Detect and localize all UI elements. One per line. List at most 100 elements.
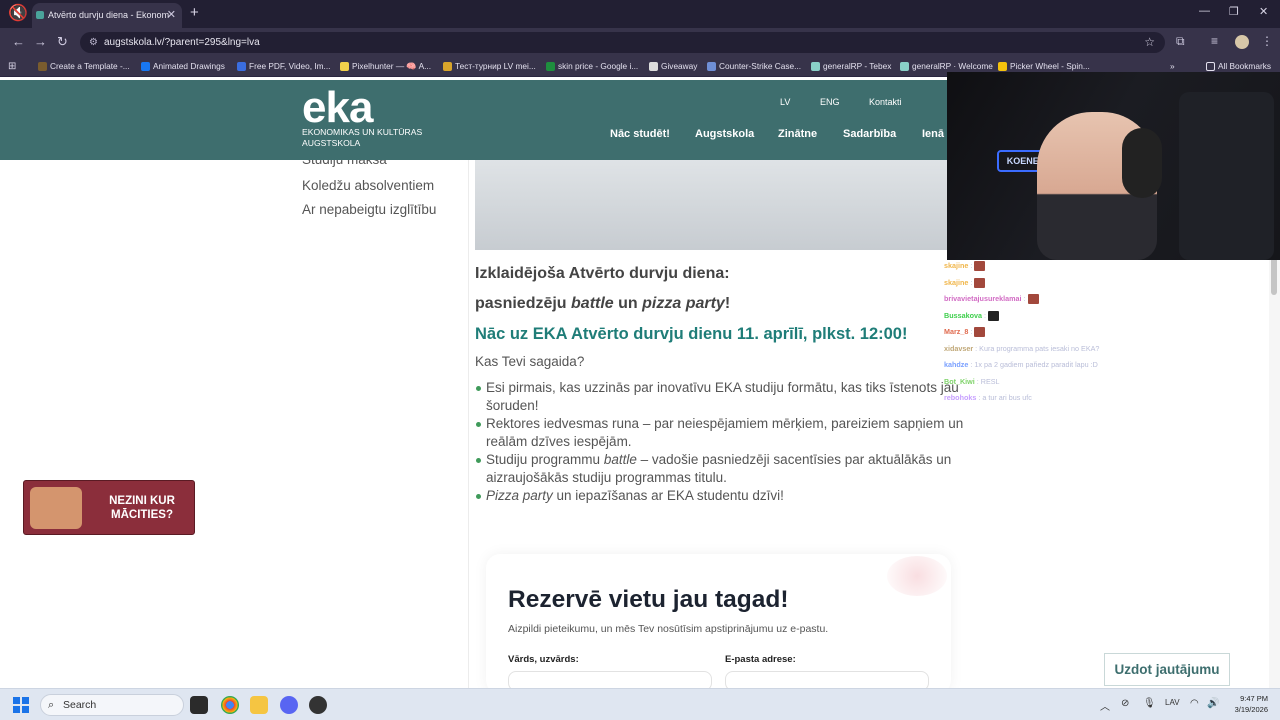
intro-text: un <box>613 295 643 312</box>
bookmark-icon <box>237 62 246 71</box>
back-icon[interactable]: ← <box>12 34 25 49</box>
clock-date: 3/19/2026 <box>1234 705 1268 714</box>
name-field[interactable] <box>508 671 712 688</box>
sidebar-item-ar-nepabeigtu[interactable]: Ar nepabeigtu izglītību <box>302 202 436 217</box>
bookmark-icon <box>443 62 452 71</box>
event-program-list: Esi pirmais, kas uzzinās par inovatīvu E… <box>475 379 965 505</box>
keyboard-language[interactable]: LAV <box>1165 698 1180 707</box>
stream-chat-overlay: skajine : skajine : brivavietajusureklam… <box>942 258 1272 407</box>
apps-grid-icon[interactable]: ⊞ <box>8 61 16 72</box>
form-subtitle: Aizpildi pieteikumu, un mēs Tev nosūtīsi… <box>508 623 829 635</box>
maximize-button[interactable]: ❐ <box>1229 5 1239 18</box>
bookmark-icon <box>811 62 820 71</box>
sidebar-item-koledzu-absolventiem[interactable]: Koledžu absolventiem <box>302 178 434 193</box>
nav-zinatne[interactable]: Zinātne <box>778 128 817 140</box>
close-window-button[interactable]: ✕ <box>1259 5 1268 18</box>
site-info-icon[interactable]: ⚙ <box>89 32 98 53</box>
nav-sadarbiba[interactable]: Sadarbība <box>843 128 896 140</box>
list-em: battle <box>603 452 637 467</box>
microphone-icon[interactable]: 🎙 <box>1143 698 1156 709</box>
tray-overflow-icon[interactable]: ︿ <box>1100 698 1110 713</box>
bookmark-item[interactable]: skin price - Google i... <box>545 56 638 77</box>
forward-icon[interactable]: → <box>34 34 47 49</box>
all-bookmarks-label: All Bookmarks <box>1218 61 1272 71</box>
task-view-icon[interactable] <box>190 696 208 714</box>
network-icon[interactable]: ⊘ <box>1121 698 1129 709</box>
taskbar-clock[interactable]: 9:47 PM 3/19/2026 <box>1222 693 1268 715</box>
chat-message: skajine : <box>942 275 1272 292</box>
nav-augstskola[interactable]: Augstskola <box>695 128 754 140</box>
bookmark-label: Тест-турнир LV mei... <box>455 61 536 71</box>
gaming-chair <box>1179 92 1274 260</box>
lang-lv-link[interactable]: LV <box>780 97 790 107</box>
intro-em-battle: battle <box>571 295 614 312</box>
chat-message: rebohoks : a tur ari bus ufc <box>944 393 1032 402</box>
emote-icon <box>987 310 999 321</box>
list-em: Pizza party <box>486 488 553 503</box>
new-tab-button[interactable]: + <box>190 4 199 21</box>
taskbar-search[interactable]: ⌕ Search <box>40 694 184 716</box>
file-explorer-icon[interactable] <box>250 696 268 714</box>
intro-heading-line1: Izklaidējoša Atvērto durvju diena: <box>475 265 730 282</box>
list-item: Esi pirmais, kas uzzinās par inovatīvu E… <box>475 379 965 415</box>
bookmark-item[interactable]: Pixelhunter — 🧠 A... <box>339 56 431 77</box>
wifi-icon[interactable]: ◠ <box>1190 698 1199 709</box>
browser-tab-active[interactable]: Atvērto durvju diena - Ekonom ✕ <box>32 3 182 28</box>
bookmark-item[interactable]: Create a Template -... <box>37 56 130 77</box>
what-awaits-label: Kas Tevi sagaida? <box>475 354 585 369</box>
search-label: Search <box>63 699 97 711</box>
bookmark-icon <box>707 62 716 71</box>
eka-logo[interactable]: eka <box>302 86 373 130</box>
bookmark-star-icon[interactable]: ☆ <box>1144 32 1155 53</box>
bookmark-item[interactable]: Free PDF, Video, Im... <box>236 56 330 77</box>
bookmark-item[interactable]: Giveaway <box>648 56 697 77</box>
bookmark-item[interactable]: generalRP - Tebex <box>810 56 891 77</box>
bookmark-item[interactable]: Тест-турнир LV mei... <box>442 56 536 77</box>
menu-icon[interactable]: ⋮ <box>1261 34 1273 48</box>
chrome-icon[interactable] <box>221 696 239 714</box>
windows-start-icon[interactable] <box>13 697 29 713</box>
intro-heading-line2: pasniedzēju battle un pizza party! <box>475 295 965 313</box>
event-hero-image <box>475 160 955 250</box>
nav-nac-studet[interactable]: Nāc studēt! <box>610 128 670 140</box>
chat-message: skajine : <box>942 258 1272 275</box>
nezini-kur-macities-banner[interactable]: NEZINI KUR MĀCITIES? <box>23 480 195 535</box>
chat-message: Bot_Kiwi : RESL <box>944 376 1000 386</box>
obs-icon[interactable] <box>309 696 327 714</box>
headset-icon <box>1122 128 1162 198</box>
bookmark-icon <box>546 62 555 71</box>
lang-eng-link[interactable]: ENG <box>820 97 840 107</box>
ask-question-button[interactable]: Uzdot jautājumu <box>1104 653 1230 686</box>
banner-text: NEZINI KUR MĀCITIES? <box>109 495 175 521</box>
chat-text: a tur ari bus ufc <box>982 393 1032 402</box>
discord-icon[interactable] <box>280 696 298 714</box>
url-bar[interactable]: ⚙ augstskola.lv/?parent=295&lng=lva ☆ <box>80 32 1165 53</box>
form-title: Rezervē vietu jau tagad! <box>508 586 789 613</box>
extensions-icon[interactable]: ⧉ <box>1176 34 1185 49</box>
email-field[interactable] <box>725 671 929 688</box>
volume-icon[interactable]: 🔊 <box>1207 698 1219 709</box>
bookmark-label: generalRP · Welcome <box>912 61 993 71</box>
tab-title: Atvērto durvju diena - Ekonom <box>48 10 170 20</box>
reload-icon[interactable]: ↻ <box>57 34 68 50</box>
name-field-label: Vārds, uzvārds: <box>508 654 579 665</box>
muted-speaker-icon: 🔇 <box>8 5 28 22</box>
list-item: Studiju programmu battle – vadošie pasni… <box>475 451 965 487</box>
reservation-form: Rezervē vietu jau tagad! Aizpildi pietei… <box>486 554 951 688</box>
bookmark-item[interactable]: Animated Drawings <box>140 56 225 77</box>
profile-avatar[interactable] <box>1235 35 1249 49</box>
chat-username: rebohoks <box>944 393 977 402</box>
list-item: Pizza party un iepazīšanas ar EKA studen… <box>475 487 965 505</box>
emote-icon <box>974 327 986 338</box>
tab-close-icon[interactable]: ✕ <box>167 3 176 27</box>
media-icon[interactable]: ≡ <box>1211 34 1218 48</box>
sidebar-divider <box>468 160 469 688</box>
streamer-webcam: KOENER <box>947 72 1280 260</box>
nav-ienakt[interactable]: Ienā <box>922 128 944 140</box>
chat-username: skajine <box>944 261 969 270</box>
bookmark-label: Animated Drawings <box>153 61 225 71</box>
contacts-link[interactable]: Kontakti <box>869 97 902 107</box>
minimize-button[interactable]: — <box>1199 5 1210 17</box>
bookmark-item[interactable]: Counter-Strike Case... <box>706 56 801 77</box>
bookmark-icon <box>998 62 1007 71</box>
